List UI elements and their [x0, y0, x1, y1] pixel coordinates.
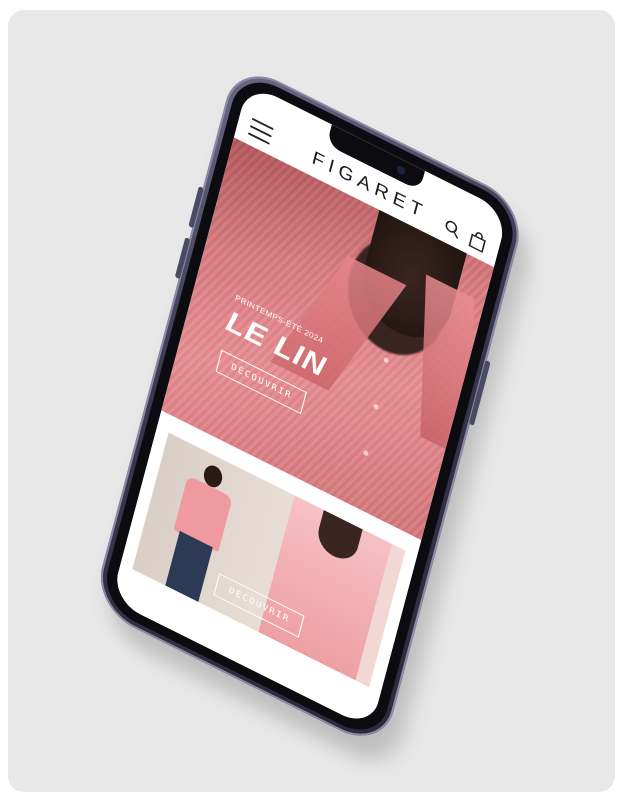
- shirt-button: [383, 356, 390, 364]
- hamburger-menu-icon[interactable]: [247, 117, 274, 145]
- shopping-bag-icon[interactable]: [467, 228, 489, 255]
- phone-device: FIGARET PRINTEMPS-ÉTÉ 2024 LE LIN DÉCOUV…: [91, 60, 538, 775]
- scene: FIGARET PRINTEMPS-ÉTÉ 2024 LE LIN DÉCOUV…: [0, 0, 622, 799]
- shirt-button: [362, 449, 369, 457]
- shirt-button: [373, 403, 380, 411]
- search-icon[interactable]: [442, 216, 464, 241]
- hero-shirt-collar: [420, 274, 475, 461]
- camera-icon: [396, 164, 406, 176]
